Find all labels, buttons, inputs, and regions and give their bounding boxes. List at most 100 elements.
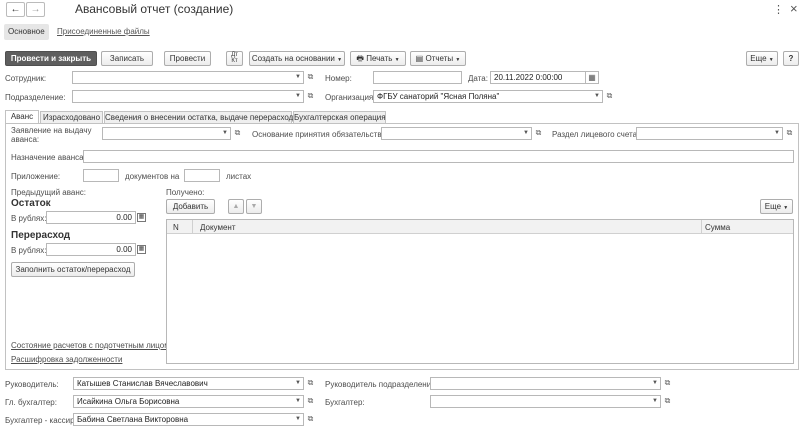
- chevron-down-icon: ▼: [783, 205, 789, 211]
- organization-open-icon[interactable]: ⧉: [604, 90, 615, 103]
- dept-head-dropdown-icon[interactable]: ▼: [650, 377, 661, 390]
- debt-breakdown-link[interactable]: Расшифровка задолженности: [11, 355, 122, 364]
- dept-head-label: Руководитель подразделения:: [325, 380, 438, 389]
- create-based-on-label: Создать на основании: [251, 54, 335, 63]
- tab-main-label: Основное: [8, 27, 45, 36]
- column-divider: [701, 220, 702, 234]
- print-button[interactable]: 🖶 Печать ▼: [350, 51, 406, 66]
- department-field[interactable]: [72, 90, 304, 103]
- obligation-open-icon[interactable]: ⧉: [533, 127, 544, 140]
- move-up-button[interactable]: ▲: [228, 199, 244, 214]
- column-divider: [192, 220, 193, 234]
- tab-main[interactable]: Основное: [4, 24, 49, 40]
- help-button[interactable]: ?: [783, 51, 799, 66]
- received-label: Получено:: [166, 188, 205, 197]
- employee-open-icon[interactable]: ⧉: [305, 71, 316, 84]
- chevron-down-icon: ▼: [337, 57, 343, 63]
- received-more-button[interactable]: Еще ▼: [760, 199, 793, 214]
- post-button[interactable]: Провести: [164, 51, 211, 66]
- more-label: Еще: [750, 54, 767, 63]
- application-dropdown-icon[interactable]: ▼: [220, 127, 231, 140]
- move-down-button[interactable]: ▼: [246, 199, 262, 214]
- attachment-docs-field[interactable]: [83, 169, 119, 182]
- overrun-calculator-icon[interactable]: ▦: [137, 245, 146, 254]
- date-field[interactable]: 20.11.2022 0:00:00: [490, 71, 586, 84]
- chief-accountant-label: Гл. бухгалтер:: [5, 398, 57, 407]
- application-label: Заявление на выдачу аванса:: [11, 126, 92, 144]
- docs-on-label: документов на: [125, 172, 180, 181]
- sheets-field[interactable]: [184, 169, 220, 182]
- tab-advance[interactable]: Аванс: [5, 110, 39, 124]
- chevron-down-icon: ▼: [768, 57, 774, 63]
- settlements-link[interactable]: Состояние расчетов с подотчетным лицом: [11, 341, 170, 350]
- account-section-field[interactable]: [636, 127, 783, 140]
- fill-balance-button[interactable]: Заполнить остаток/перерасход: [11, 262, 135, 277]
- accountant-field[interactable]: [430, 395, 661, 408]
- department-label: Подразделение:: [5, 93, 66, 102]
- head-field[interactable]: Катышев Станислав Вячеславович: [73, 377, 304, 390]
- chief-accountant-open-icon[interactable]: ⧉: [305, 395, 316, 408]
- add-button[interactable]: Добавить: [166, 199, 215, 214]
- cashier-dropdown-icon[interactable]: ▼: [293, 413, 304, 426]
- chief-accountant-field[interactable]: Исайкина Ольга Борисовна: [73, 395, 304, 408]
- purpose-label: Назначение аванса:: [11, 153, 86, 162]
- overrun-field[interactable]: 0.00: [46, 243, 136, 256]
- employee-label: Сотрудник:: [5, 74, 47, 83]
- number-field[interactable]: [373, 71, 462, 84]
- tab-attached-files[interactable]: Присоединенные файлы: [57, 24, 150, 40]
- close-icon[interactable]: ×: [790, 1, 798, 16]
- report-icon: ▤: [415, 54, 424, 63]
- dept-head-field[interactable]: [430, 377, 661, 390]
- application-field[interactable]: [102, 127, 231, 140]
- table-header: N Документ Сумма: [167, 220, 793, 234]
- obligation-label: Основание принятия обязательства:: [252, 130, 389, 139]
- account-section-dropdown-icon[interactable]: ▼: [772, 127, 783, 140]
- cashier-open-icon[interactable]: ⧉: [305, 413, 316, 426]
- account-section-open-icon[interactable]: ⧉: [784, 127, 795, 140]
- balance-calculator-icon[interactable]: ▦: [137, 213, 146, 222]
- accountant-open-icon[interactable]: ⧉: [662, 395, 673, 408]
- obligation-field[interactable]: [381, 127, 532, 140]
- organization-dropdown-icon[interactable]: ▼: [592, 90, 603, 103]
- column-header-n[interactable]: N: [173, 223, 179, 232]
- received-table[interactable]: N Документ Сумма: [166, 219, 794, 364]
- purpose-field[interactable]: [83, 150, 794, 163]
- more-menu-icon[interactable]: ⋮: [773, 3, 784, 16]
- reports-label: Отчеты: [425, 54, 454, 63]
- application-open-icon[interactable]: ⧉: [232, 127, 243, 140]
- account-section-label: Раздел лицевого счета:: [552, 130, 640, 139]
- more-button[interactable]: Еще ▼: [746, 51, 778, 66]
- reports-button[interactable]: ▤ Отчеты ▼: [410, 51, 466, 66]
- tab-attached-files-label: Присоединенные файлы: [57, 27, 150, 36]
- dt-kt-icon: Дт Кт: [231, 52, 238, 64]
- save-button[interactable]: Записать: [101, 51, 153, 66]
- column-header-document[interactable]: Документ: [200, 223, 236, 232]
- balance-field[interactable]: 0.00: [46, 211, 136, 224]
- head-open-icon[interactable]: ⧉: [305, 377, 316, 390]
- cashier-field[interactable]: Бабина Светлана Викторовна: [73, 413, 304, 426]
- department-open-icon[interactable]: ⧉: [305, 90, 316, 103]
- cashier-label: Бухгалтер - кассир:: [5, 416, 77, 425]
- chief-accountant-dropdown-icon[interactable]: ▼: [293, 395, 304, 408]
- column-header-sum[interactable]: Сумма: [705, 223, 730, 232]
- create-based-on-button[interactable]: Создать на основании ▼: [249, 51, 345, 66]
- organization-field[interactable]: ФГБУ санаторий "Ясная Поляна": [373, 90, 603, 103]
- organization-label: Организация:: [325, 93, 376, 102]
- head-dropdown-icon[interactable]: ▼: [293, 377, 304, 390]
- employee-dropdown-icon[interactable]: ▼: [293, 71, 304, 84]
- nav-back-button[interactable]: ←: [6, 2, 25, 17]
- calendar-icon[interactable]: ▦: [586, 71, 599, 84]
- obligation-dropdown-icon[interactable]: ▼: [521, 127, 532, 140]
- balance-rub-label: В рублях:: [11, 214, 47, 223]
- number-label: Номер:: [325, 74, 352, 83]
- nav-forward-button[interactable]: →: [26, 2, 45, 17]
- department-dropdown-icon[interactable]: ▼: [293, 90, 304, 103]
- balance-title: Остаток: [11, 198, 51, 209]
- printer-icon: 🖶: [356, 54, 364, 63]
- accountant-dropdown-icon[interactable]: ▼: [650, 395, 661, 408]
- employee-field[interactable]: [72, 71, 304, 84]
- dept-head-open-icon[interactable]: ⧉: [662, 377, 673, 390]
- post-and-close-button[interactable]: Провести и закрыть: [5, 51, 97, 66]
- head-label: Руководитель:: [5, 380, 59, 389]
- dt-kt-button[interactable]: Дт Кт: [226, 51, 243, 66]
